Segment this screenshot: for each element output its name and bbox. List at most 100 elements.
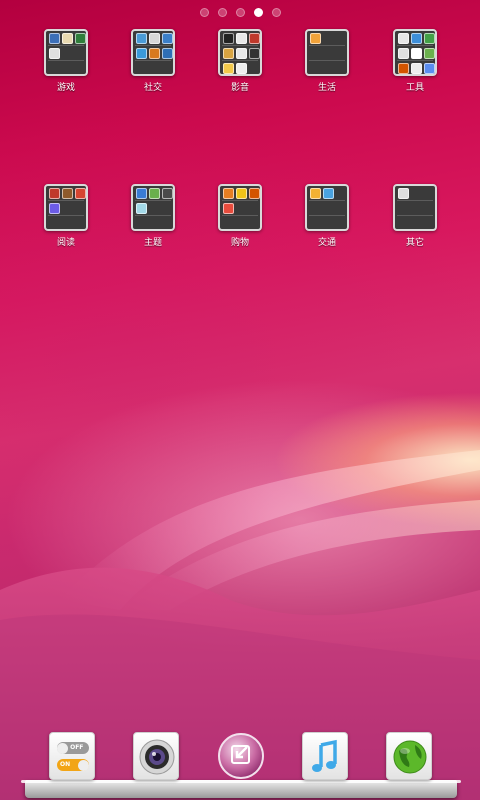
- app-thumbnail-icon: [149, 188, 160, 199]
- folder-preview-grid: [398, 188, 435, 200]
- folder-6[interactable]: 阅读: [31, 184, 101, 248]
- dock-shelf: [21, 780, 461, 798]
- toggle-off-pill: OFF: [57, 742, 89, 754]
- app-thumbnail-icon: [323, 188, 334, 199]
- folder-preview-grid: [223, 188, 260, 215]
- app-thumbnail-icon: [149, 48, 160, 59]
- folder-4[interactable]: 生活: [292, 29, 362, 93]
- app-thumbnail-icon: [49, 188, 60, 199]
- app-thumbnail-icon: [424, 33, 435, 44]
- folder-transport-icon: [305, 184, 349, 231]
- toggle-switch-app[interactable]: OFF ON: [49, 732, 95, 780]
- folder-games-icon: [44, 29, 88, 76]
- folder-preview-grid: [136, 188, 173, 215]
- launcher-app[interactable]: [217, 731, 265, 781]
- app-thumbnail-icon: [62, 188, 73, 199]
- app-thumbnail-icon: [398, 188, 409, 199]
- folder-preview-grid: [49, 188, 86, 215]
- folder-7[interactable]: 主题: [118, 184, 188, 248]
- folder-label: 影音: [230, 83, 249, 93]
- folder-reading-icon: [44, 184, 88, 231]
- app-thumbnail-icon: [398, 63, 409, 74]
- folder-life-icon: [305, 29, 349, 76]
- app-thumbnail-icon: [223, 63, 234, 74]
- folder-shelf-line: [222, 215, 258, 216]
- app-thumbnail-icon: [236, 33, 247, 44]
- app-thumbnail-icon: [75, 33, 86, 44]
- folder-2[interactable]: 社交: [118, 29, 188, 93]
- app-thumbnail-icon: [75, 188, 86, 199]
- camera-app[interactable]: [133, 732, 179, 780]
- folder-shelf-line: [397, 200, 433, 201]
- launcher-arrow-icon: [218, 733, 264, 779]
- page-dot-1[interactable]: [199, 8, 209, 17]
- folder-shelf-line: [48, 60, 84, 61]
- folder-social-icon: [131, 29, 175, 76]
- folder-tools-icon: [393, 29, 437, 76]
- folder-8[interactable]: 购物: [205, 184, 275, 248]
- folder-preview-grid: [310, 188, 347, 200]
- app-thumbnail-icon: [136, 33, 147, 44]
- folder-shelf-line: [135, 215, 171, 216]
- folder-preview-grid: [49, 33, 86, 60]
- camera-lens-icon: [139, 739, 175, 775]
- folder-media-icon: [218, 29, 262, 76]
- music-note-icon: [312, 739, 337, 772]
- folder-label: 其它: [405, 238, 424, 248]
- page-indicator[interactable]: [0, 8, 480, 17]
- folder-shopping-icon: [218, 184, 262, 231]
- app-thumbnail-icon: [411, 63, 422, 74]
- app-thumbnail-icon: [411, 33, 422, 44]
- browser-app[interactable]: [386, 732, 432, 780]
- page-dot-5[interactable]: [271, 8, 281, 17]
- toggle-off-text: OFF: [70, 744, 84, 751]
- app-thumbnail-icon: [49, 48, 60, 59]
- app-thumbnail-icon: [310, 33, 321, 44]
- app-thumbnail-icon: [398, 33, 409, 44]
- app-thumbnail-icon: [310, 188, 321, 199]
- app-thumbnail-icon: [223, 33, 234, 44]
- app-thumbnail-icon: [411, 48, 422, 59]
- folder-10[interactable]: 其它: [380, 184, 450, 248]
- folder-9[interactable]: 交通: [292, 184, 362, 248]
- folder-5[interactable]: 工具: [380, 29, 450, 93]
- folder-label: 游戏: [56, 83, 75, 93]
- app-thumbnail-icon: [162, 48, 173, 59]
- page-dot-4-active[interactable]: [253, 8, 263, 17]
- app-thumbnail-icon: [223, 203, 234, 214]
- folder-1[interactable]: 游戏: [31, 29, 101, 93]
- folder-label: 社交: [143, 83, 162, 93]
- music-app[interactable]: [302, 732, 348, 780]
- app-thumbnail-icon: [62, 33, 73, 44]
- folder-preview-grid: [398, 33, 435, 74]
- folder-shelf-line: [309, 60, 345, 61]
- folder-shelf-line: [309, 45, 345, 46]
- app-thumbnail-icon: [136, 48, 147, 59]
- toggle-on-pill: ON: [57, 759, 89, 771]
- app-thumbnail-icon: [424, 63, 435, 74]
- app-thumbnail-icon: [236, 188, 247, 199]
- app-thumbnail-icon: [223, 188, 234, 199]
- app-thumbnail-icon: [162, 188, 173, 199]
- app-thumbnail-icon: [136, 203, 147, 214]
- folder-3[interactable]: 影音: [205, 29, 275, 93]
- folder-label: 购物: [230, 238, 249, 248]
- page-dot-2[interactable]: [217, 8, 227, 17]
- globe-icon: [393, 740, 427, 774]
- app-thumbnail-icon: [136, 188, 147, 199]
- app-thumbnail-icon: [49, 33, 60, 44]
- app-thumbnail-icon: [149, 33, 160, 44]
- app-thumbnail-icon: [249, 48, 260, 59]
- app-thumbnail-icon: [162, 33, 173, 44]
- app-thumbnail-icon: [424, 48, 435, 59]
- folder-label: 生活: [317, 83, 336, 93]
- page-dot-3[interactable]: [235, 8, 245, 17]
- folder-other-icon: [393, 184, 437, 231]
- folder-shelf-line: [135, 60, 171, 61]
- folder-label: 工具: [405, 83, 424, 93]
- folder-label: 主题: [143, 238, 162, 248]
- folder-preview-grid: [310, 33, 347, 45]
- app-thumbnail-icon: [398, 48, 409, 59]
- app-thumbnail-icon: [236, 63, 247, 74]
- folder-themes-icon: [131, 184, 175, 231]
